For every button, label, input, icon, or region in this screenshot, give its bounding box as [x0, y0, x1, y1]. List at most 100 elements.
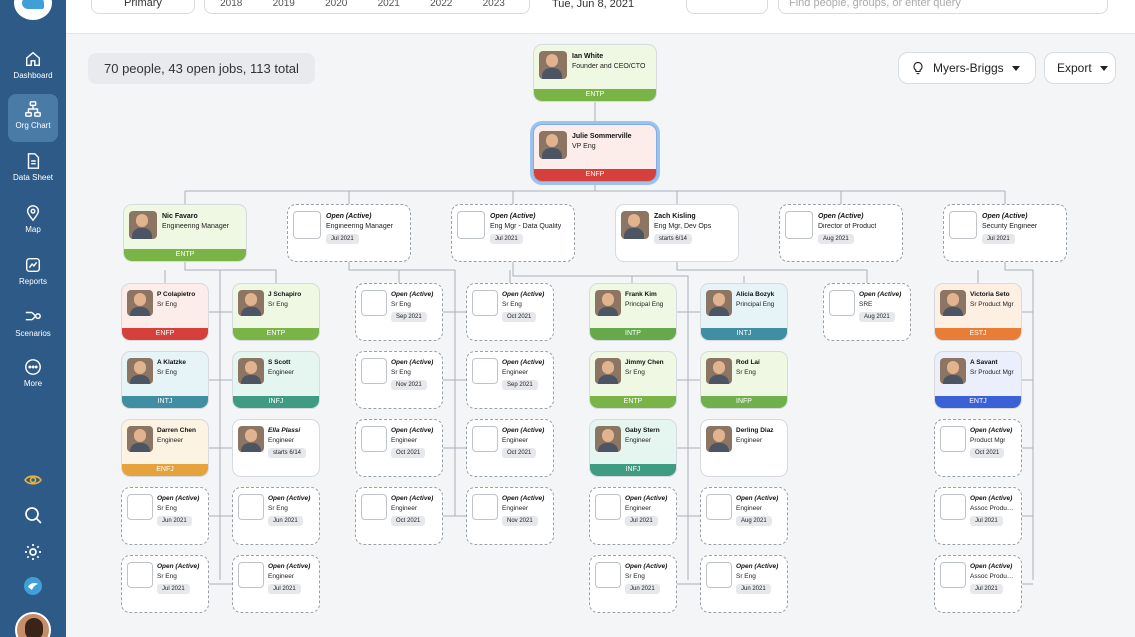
- open-job-card[interactable]: Open (Active) Engineer Aug 2021: [700, 487, 788, 545]
- export-button[interactable]: Export: [1044, 52, 1116, 84]
- open-job-card[interactable]: Open (Active) Engineer Sep 2021: [466, 351, 554, 409]
- person-name: Julie Sommerville: [572, 133, 632, 140]
- personality-select[interactable]: Myers-Briggs: [898, 52, 1036, 84]
- person-card[interactable]: Jimmy Chen Sr Eng ENTP: [589, 351, 677, 409]
- app-logo[interactable]: [14, 0, 52, 20]
- person-card[interactable]: A Savant Sr Product Mgr ENTJ: [934, 351, 1022, 409]
- person-photo: [595, 358, 621, 384]
- photo-placeholder: [238, 494, 264, 520]
- nav-more[interactable]: More: [8, 352, 58, 400]
- reports-icon: [25, 257, 41, 273]
- logo-icon[interactable]: [23, 576, 43, 596]
- open-job-status: Open (Active): [391, 291, 434, 298]
- nav-dashboard[interactable]: Dashboard: [8, 44, 58, 92]
- open-job-card[interactable]: Open (Active) Director of Product Aug 2021: [779, 204, 903, 262]
- person-card[interactable]: Alicia Bozyk Principal Eng INTJ: [700, 283, 788, 341]
- photo-placeholder: [940, 494, 966, 520]
- open-job-card[interactable]: Open (Active) Assoc Produ… Jul 2021: [934, 555, 1022, 613]
- open-job-card[interactable]: Open (Active) Product Mgr Oct 2021: [934, 419, 1022, 477]
- person-card[interactable]: Gaby Stern Engineer INFJ: [589, 419, 677, 477]
- open-job-card[interactable]: Open (Active) Engineer Oct 2021: [355, 419, 443, 477]
- open-job-card[interactable]: Open (Active) Engineer Jul 2021: [589, 487, 677, 545]
- job-title: Assoc Produ…: [970, 573, 1014, 580]
- open-job-card[interactable]: Open (Active) Engineer Oct 2021: [466, 419, 554, 477]
- person-card[interactable]: Rod Lai Sr Eng INFP: [700, 351, 788, 409]
- open-job-status: Open (Active): [326, 213, 372, 220]
- job-title: Engineer: [625, 505, 652, 512]
- date-picker[interactable]: Tue, Jun 8, 2021: [538, 0, 676, 14]
- open-job-card[interactable]: Open (Active) Engineer Jul 2021: [232, 555, 320, 613]
- open-job-card[interactable]: Open (Active) Engineering Manager Jul 2021: [287, 204, 411, 262]
- open-job-status: Open (Active): [391, 359, 434, 366]
- nav-org-chart[interactable]: Org Chart: [8, 94, 58, 142]
- open-job-card[interactable]: Open (Active) Security Engineer Jul 2021: [943, 204, 1067, 262]
- open-job-card[interactable]: Open (Active) Sr Eng Oct 2021: [466, 283, 554, 341]
- photo-placeholder: [361, 358, 387, 384]
- open-job-status: Open (Active): [970, 563, 1013, 570]
- person-card[interactable]: Ella Plassi Engineer starts 6/14: [232, 419, 320, 477]
- open-job-card[interactable]: Open (Active) SRE Aug 2021: [823, 283, 911, 341]
- year-2018[interactable]: 2018: [205, 0, 258, 9]
- gear-icon[interactable]: [23, 542, 43, 562]
- open-job-card[interactable]: Open (Active) Sr Eng Jun 2021: [121, 487, 209, 545]
- timeline-years[interactable]: 2018 2019 2020 2021 2022 2023: [204, 0, 530, 14]
- person-card[interactable]: Frank Kim Principal Eng INTP: [589, 283, 677, 341]
- person-card[interactable]: Nic Favaro Engineering Manager ENTP: [123, 204, 247, 262]
- open-job-status: Open (Active): [982, 213, 1028, 220]
- open-job-card[interactable]: Open (Active) Assoc Produ… Jul 2021: [934, 487, 1022, 545]
- year-2019[interactable]: 2019: [258, 0, 311, 9]
- start-date-badge: Aug 2021: [818, 234, 854, 244]
- open-job-card[interactable]: Open (Active) Engineer Oct 2021: [355, 487, 443, 545]
- open-job-card[interactable]: Open (Active) Sr Eng Jun 2021: [700, 555, 788, 613]
- view-select[interactable]: Primary: [91, 0, 195, 14]
- data-sheet-icon: [27, 153, 40, 169]
- mbti-badge: INTP: [590, 328, 676, 340]
- year-2021[interactable]: 2021: [363, 0, 416, 9]
- open-job-card[interactable]: Open (Active) Eng Mgr - Data Quality Jul 2…: [451, 204, 575, 262]
- year-2023[interactable]: 2023: [468, 0, 521, 9]
- person-card[interactable]: Julie Sommerville VP Eng ENFP: [533, 124, 657, 182]
- open-job-card[interactable]: Open (Active) Sr Eng Jul 2021: [121, 555, 209, 613]
- nav-reports[interactable]: Reports: [8, 250, 58, 298]
- photo-placeholder: [706, 562, 732, 588]
- open-job-card[interactable]: Open (Active) Sr Eng Jun 2021: [589, 555, 677, 613]
- job-title: Sr Eng: [157, 573, 177, 580]
- person-card[interactable]: A Klatzke Sr Eng INTJ: [121, 351, 209, 409]
- person-card[interactable]: Ian White Founder and CEO/CTO ENTP: [533, 44, 657, 102]
- start-date-badge: Jun 2021: [625, 584, 660, 594]
- headcount-summary: 70 people, 43 open jobs, 113 total: [88, 53, 315, 84]
- year-2022[interactable]: 2022: [415, 0, 468, 9]
- person-card[interactable]: Victoria Seto Sr Product Mgr ESTJ: [934, 283, 1022, 341]
- year-2020[interactable]: 2020: [310, 0, 363, 9]
- open-job-status: Open (Active): [268, 495, 311, 502]
- nav-map[interactable]: Map: [8, 198, 58, 246]
- person-card[interactable]: Derling Diaz Engineer: [700, 419, 788, 477]
- open-job-status: Open (Active): [268, 563, 311, 570]
- open-job-card[interactable]: Open (Active) Sr Eng Sep 2021: [355, 283, 443, 341]
- job-title: Security Engineer: [982, 223, 1038, 230]
- search-input[interactable]: Find people, groups, or enter query: [778, 0, 1108, 14]
- job-title: Engineer: [391, 437, 418, 444]
- mbti-badge: INFP: [701, 396, 787, 408]
- job-title: Founder and CEO/CTO: [572, 63, 646, 70]
- eye-icon[interactable]: [23, 470, 43, 490]
- person-photo: [940, 358, 966, 384]
- open-job-card[interactable]: Open (Active) Sr Eng Nov 2021: [355, 351, 443, 409]
- job-title: Engineering Manager: [326, 223, 393, 230]
- person-card[interactable]: S Scott Engineer INFJ: [232, 351, 320, 409]
- nav-data-sheet[interactable]: Data Sheet: [8, 146, 58, 194]
- person-card[interactable]: P Colapietro Sr Eng ENFP: [121, 283, 209, 341]
- user-avatar[interactable]: [15, 612, 51, 637]
- person-card[interactable]: J Schapiro Sr Eng ENTP: [232, 283, 320, 341]
- photo-placeholder: [472, 426, 498, 452]
- open-job-card[interactable]: Open (Active) Sr Eng Jun 2021: [232, 487, 320, 545]
- nav-scenarios[interactable]: Scenarios: [8, 302, 58, 350]
- person-photo: [940, 290, 966, 316]
- open-job-card[interactable]: Open (Active) Engineer Nov 2021: [466, 487, 554, 545]
- filter-button[interactable]: [686, 0, 768, 14]
- person-card[interactable]: Zach Kisling Eng Mgr, Dev Ops starts 6/14: [615, 204, 739, 262]
- person-card[interactable]: Darren Chen Engineer ENFJ: [121, 419, 209, 477]
- search-icon[interactable]: [23, 505, 43, 525]
- photo-placeholder: [457, 211, 485, 239]
- mbti-badge: ENFJ: [122, 464, 208, 476]
